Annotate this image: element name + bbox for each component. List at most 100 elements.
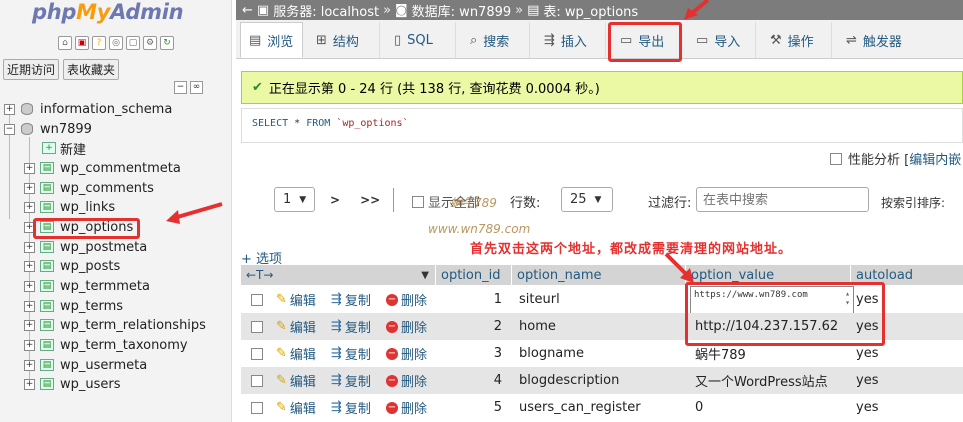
expand-icon[interactable]: + [24, 241, 35, 253]
quick-icons: ⌂ ▣ ? ◎ ▢ ⚙ ↻ [58, 36, 174, 50]
expand-icon[interactable]: + [24, 339, 35, 351]
sql-query-box[interactable]: SELECT * FROM `wp_options` [241, 108, 963, 143]
tab-triggers[interactable]: ⇌ 触发器 [838, 22, 916, 58]
tab-structure[interactable]: ⊞ 结构 [308, 22, 380, 58]
row-checkbox[interactable] [251, 374, 263, 387]
home-icon[interactable]: ⌂ [58, 36, 72, 50]
delete-button[interactable]: − 删除 [386, 286, 427, 313]
delete-label: 删除 [401, 375, 428, 390]
last-page-button[interactable]: >> [360, 193, 380, 207]
delete-button[interactable]: − 删除 [386, 367, 427, 394]
breadcrumb-database[interactable]: 数据库: wn7899 [412, 1, 511, 20]
table-icon: ▤ [40, 378, 54, 390]
delete-button[interactable]: − 删除 [386, 313, 427, 340]
link-icon[interactable]: ∞ [190, 81, 203, 94]
sql-icon[interactable]: ◎ [109, 36, 123, 50]
tab-browse[interactable]: ▤ 浏览 [240, 22, 303, 58]
docs-icon[interactable]: ? [92, 36, 106, 50]
rows-select[interactable]: 25 ▼ [561, 187, 613, 212]
highlight-box-export [608, 22, 682, 62]
tab-insert[interactable]: ⇶ 插入 [536, 22, 606, 58]
dropdown-arrow-icon[interactable]: ▼ [421, 270, 429, 281]
option-id-cell: 2 [493, 319, 502, 334]
header-option-id[interactable]: option_id [436, 265, 512, 285]
gear-icon[interactable]: ⚙ [143, 36, 157, 50]
table-icon: ▤ [40, 280, 54, 292]
copy-button[interactable]: ⇶ 复制 [331, 340, 371, 367]
sql-text: * [288, 118, 307, 129]
copy-button[interactable]: ⇶ 复制 [331, 286, 371, 313]
edit-button[interactable]: ✎ 编辑 [276, 313, 316, 340]
row-checkbox[interactable] [251, 347, 263, 360]
edit-inline-link[interactable]: 编辑内嵌 [909, 149, 961, 168]
delete-icon: − [386, 374, 398, 387]
row-checkbox[interactable] [251, 320, 263, 333]
top-menu-tabs: ▤ 浏览 ⊞ 结构 ▯ SQL ⌕ 搜索 ⇶ 插入 ▭ 导出 ▭ 导入 ⚒ 操作 ⇌ 触发器 [236, 20, 963, 59]
phpmyadmin-logo[interactable]: phpMyAdmin [32, 0, 184, 24]
expand-icon[interactable]: + [24, 359, 35, 371]
page-select[interactable]: 1 ▼ [274, 187, 316, 212]
filter-input[interactable] [696, 187, 869, 212]
tab-search[interactable]: ⌕ 搜索 [462, 22, 530, 58]
header-option-name[interactable]: option_name [512, 265, 686, 285]
tab-operations[interactable]: ⚒ 操作 [762, 22, 832, 58]
expand-icon[interactable]: + [24, 162, 35, 174]
tree-item-label: wp_termmeta [60, 278, 150, 294]
page-value: 1 [283, 192, 292, 207]
delete-icon: − [386, 401, 398, 414]
expand-icon[interactable]: + [24, 378, 35, 390]
row-checkbox[interactable] [251, 293, 263, 306]
option-value-cell[interactable]: 0 [695, 394, 703, 421]
annotation-text: 首先双击这两个地址，都改成需要清理的网站地址。 [470, 242, 793, 257]
table-icon: ▤ [40, 201, 54, 213]
option-name-cell: blogdescription [519, 373, 620, 388]
delete-button[interactable]: − 删除 [386, 394, 427, 421]
edit-button[interactable]: ✎ 编辑 [276, 340, 316, 367]
expand-icon[interactable]: + [24, 260, 35, 272]
expand-icon[interactable]: + [24, 280, 35, 292]
copy-button[interactable]: ⇶ 复制 [331, 313, 371, 340]
next-page-button[interactable]: > [330, 193, 340, 207]
red-arrow-icon [166, 202, 223, 224]
copy-button[interactable]: ⇶ 复制 [331, 367, 371, 394]
recent-tab[interactable]: 近期访问 [3, 59, 60, 80]
expand-icon[interactable]: + [24, 319, 35, 331]
header-actions: ←T→ ▼ [241, 265, 436, 285]
database-icon [21, 123, 33, 135]
expand-icon[interactable]: + [24, 182, 35, 194]
tree-item-label: wp_terms [60, 298, 124, 314]
collapse-arrow-icon[interactable]: ← [242, 3, 253, 18]
delete-button[interactable]: − 删除 [386, 340, 427, 367]
breadcrumb-table[interactable]: 表: wp_options [543, 1, 638, 20]
edit-button[interactable]: ✎ 编辑 [276, 394, 316, 421]
edit-button[interactable]: ✎ 编辑 [276, 367, 316, 394]
server-icon: ▣ [256, 2, 270, 18]
edit-button[interactable]: ✎ 编辑 [276, 286, 316, 313]
highlight-box-values [685, 282, 885, 346]
expand-icon[interactable]: + [4, 103, 15, 115]
expand-icon[interactable]: + [24, 300, 35, 312]
tab-sql[interactable]: ▯ SQL [386, 22, 456, 58]
copy-button[interactable]: ⇶ 复制 [331, 394, 371, 421]
breadcrumb-server[interactable]: 服务器: localhost [273, 1, 379, 20]
tab-import[interactable]: ▭ 导入 [688, 22, 756, 58]
rows-label: 行数: [510, 196, 541, 211]
profiling-checkbox[interactable] [830, 152, 842, 165]
delete-icon: − [386, 347, 398, 360]
reload-icon[interactable]: ↻ [160, 36, 174, 50]
tree-item-label: wn7899 [40, 121, 92, 137]
collapse-all-icon[interactable]: − [174, 81, 187, 94]
edit-label: 编辑 [289, 348, 316, 363]
expand-icon[interactable]: + [24, 201, 35, 213]
column-arrows-icon[interactable]: ←T→ [246, 268, 273, 282]
favorites-tab[interactable]: 表收藏夹 [63, 59, 120, 80]
option-value-cell[interactable]: 又一个WordPress站点 [695, 367, 828, 394]
settings-icon[interactable]: ▢ [126, 36, 140, 50]
table-icon: ▤ [40, 300, 54, 312]
exit-icon[interactable]: ▣ [75, 36, 89, 50]
row-checkbox[interactable] [251, 401, 263, 414]
collapse-icon[interactable]: − [4, 123, 15, 135]
highlight-box-wp-options [33, 218, 140, 239]
copy-icon: ⇶ [331, 319, 342, 334]
table-icon: ▤ [40, 241, 54, 253]
